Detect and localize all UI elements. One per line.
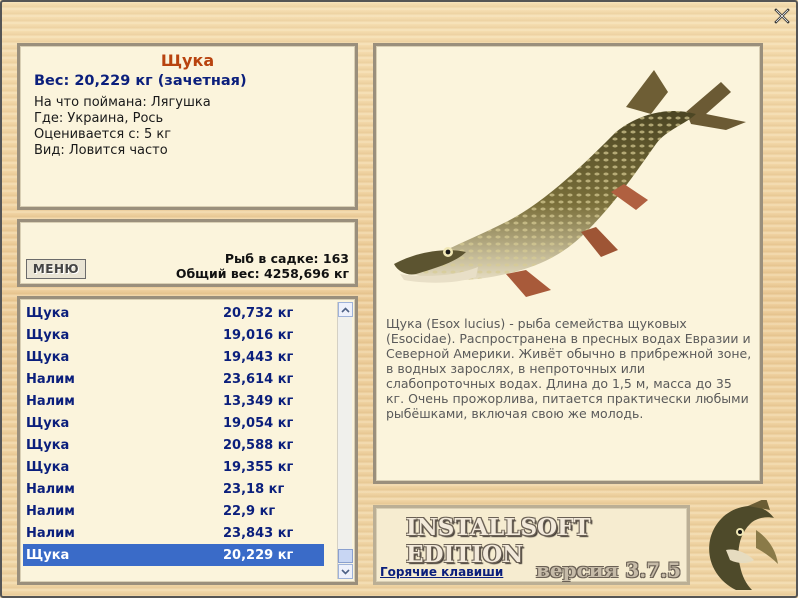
fish-weight: Вес: 20,229 кг (зачетная) bbox=[34, 73, 247, 89]
catch-weight: 20,229 кг bbox=[223, 547, 294, 563]
catch-row[interactable]: Щука 19,054 кг bbox=[23, 412, 324, 434]
catch-name: Щука bbox=[26, 459, 70, 475]
catch-name: Щука bbox=[26, 437, 70, 453]
catch-row[interactable]: Щука 19,355 кг bbox=[23, 456, 324, 478]
catch-weight: 13,349 кг bbox=[223, 393, 294, 409]
scrollbar[interactable] bbox=[337, 302, 353, 579]
keeper-stats: Рыб в садке: 163 Общий вес: 4258,696 кг bbox=[176, 251, 349, 281]
menu-button[interactable]: МЕНЮ bbox=[26, 259, 86, 279]
catch-name: Щука bbox=[26, 349, 70, 365]
catch-row[interactable]: Щука 19,016 кг bbox=[23, 324, 324, 346]
catch-list: Щука 20,732 кг Щука 19,016 кг Щука 19,443 кг Н… bbox=[23, 302, 324, 566]
version-panel: INSTALLSOFT EDITION Горячие клавиши верс… bbox=[373, 505, 690, 585]
location-info: Где: Украина, Рось bbox=[34, 111, 164, 126]
catch-name: Налим bbox=[26, 481, 75, 497]
total-weight: Общий вес: 4258,696 кг bbox=[175, 266, 349, 281]
catch-row[interactable]: Щука 20,588 кг bbox=[23, 434, 324, 456]
catch-name: Налим bbox=[26, 371, 75, 387]
scroll-thumb[interactable] bbox=[338, 549, 353, 563]
catch-name: Щука bbox=[26, 415, 70, 431]
catch-row[interactable]: Налим 23,18 кг bbox=[23, 478, 324, 500]
catch-name: Налим bbox=[26, 525, 75, 541]
catch-name: Щука bbox=[26, 547, 70, 563]
catch-weight: 22,9 кг bbox=[223, 503, 276, 519]
close-button[interactable] bbox=[772, 6, 792, 26]
catch-row[interactable]: Щука 20,732 кг bbox=[23, 302, 324, 324]
catch-weight: 23,843 кг bbox=[223, 525, 294, 541]
catch-weight: 19,016 кг bbox=[223, 327, 294, 343]
scroll-down-button[interactable] bbox=[338, 564, 353, 579]
keeper-panel: МЕНЮ Рыб в садке: 163 Общий вес: 4258,69… bbox=[17, 219, 358, 287]
catch-name: Налим bbox=[26, 503, 75, 519]
catch-row[interactable]: Щука 19,443 кг bbox=[23, 346, 324, 368]
catch-weight: 19,054 кг bbox=[223, 415, 294, 431]
fish-count: Рыб в садке: 163 bbox=[224, 251, 349, 266]
catch-row[interactable]: Налим 23,614 кг bbox=[23, 368, 324, 390]
catch-name: Щука bbox=[26, 327, 70, 343]
catch-info-panel: Щука Вес: 20,229 кг (зачетная) На что по… bbox=[17, 43, 358, 210]
frequency-info: Вид: Ловится часто bbox=[34, 143, 168, 158]
fish-name: Щука bbox=[160, 51, 215, 70]
catch-weight: 20,732 кг bbox=[223, 305, 294, 321]
catch-details: На что поймана: Лягушка Где: Украина, Ро… bbox=[34, 95, 341, 159]
catch-row[interactable]: Налим 23,843 кг bbox=[23, 522, 324, 544]
catch-weight: 19,443 кг bbox=[223, 349, 294, 365]
catch-weight: 19,355 кг bbox=[223, 459, 294, 475]
fish-description-panel: Щука (Esox lucius) - рыба семейства щуко… bbox=[373, 43, 763, 484]
pike-image bbox=[394, 70, 746, 297]
bait-info: На что поймана: Лягушка bbox=[34, 95, 211, 110]
catch-name: Налим bbox=[26, 393, 75, 409]
fish-description: Щука (Esox lucius) - рыба семейства щуко… bbox=[386, 316, 752, 421]
pike-logo-icon bbox=[709, 500, 778, 590]
catch-row[interactable]: Налим 22,9 кг bbox=[23, 500, 324, 522]
catch-list-panel: Щука 20,732 кг Щука 19,016 кг Щука 19,443 кг Н… bbox=[17, 296, 358, 585]
catch-row[interactable]: Щука 20,229 кг bbox=[23, 544, 324, 566]
catch-weight: 23,614 кг bbox=[223, 371, 294, 387]
close-icon bbox=[774, 8, 790, 24]
version-label: версия 3.7.5 bbox=[535, 558, 681, 582]
catch-weight: 20,588 кг bbox=[223, 437, 294, 453]
chevron-up-icon bbox=[341, 306, 350, 313]
scroll-up-button[interactable] bbox=[338, 302, 353, 317]
threshold-info: Оценивается с: 5 кг bbox=[34, 127, 172, 142]
catch-weight: 23,18 кг bbox=[223, 481, 285, 497]
catch-row[interactable]: Налим 13,349 кг bbox=[23, 390, 324, 412]
hotkeys-link[interactable]: Горячие клавиши bbox=[380, 565, 503, 579]
chevron-down-icon bbox=[341, 568, 350, 575]
catch-name: Щука bbox=[26, 305, 70, 321]
